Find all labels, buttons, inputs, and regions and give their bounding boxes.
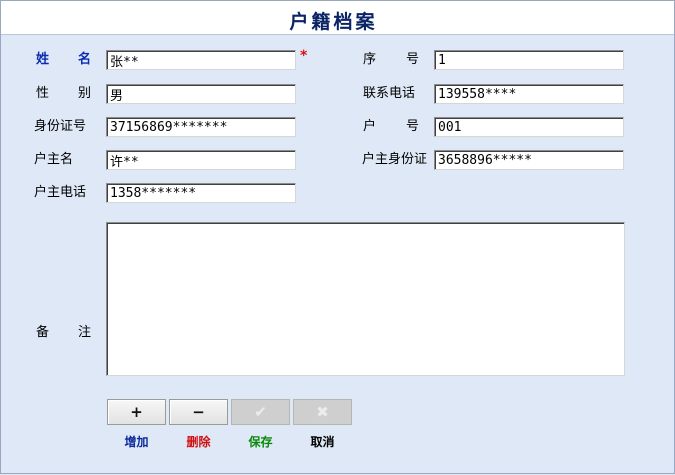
id-card-field[interactable]	[106, 117, 296, 137]
gender-field[interactable]	[106, 84, 296, 104]
householder-id-label: 户主身份证	[362, 152, 428, 167]
householder-id-field[interactable]	[434, 150, 624, 170]
save-caption[interactable]: 保存	[229, 433, 292, 450]
remarks-field[interactable]	[106, 222, 625, 376]
save-button[interactable]: ✔	[231, 399, 290, 425]
delete-button[interactable]: −	[169, 399, 228, 425]
title-bar: 户籍档案	[0, 0, 675, 35]
plus-icon: +	[130, 403, 143, 421]
householder-label: 户主名	[34, 152, 74, 167]
household-no-label: 户号	[363, 119, 419, 134]
id-card-label: 身份证号	[34, 119, 87, 134]
cancel-caption[interactable]: 取消	[291, 433, 354, 450]
householder-field[interactable]	[106, 150, 296, 170]
phone-label: 联系电话	[363, 86, 416, 101]
serial-no-field[interactable]	[434, 50, 624, 70]
add-button[interactable]: +	[107, 399, 166, 425]
add-caption[interactable]: 增加	[105, 433, 168, 450]
household-no-field[interactable]	[434, 117, 624, 137]
name-field[interactable]	[106, 50, 296, 70]
name-label: 姓名	[36, 52, 91, 67]
householder-tel-label: 户主电话	[34, 185, 87, 200]
cancel-button[interactable]: ✖	[293, 399, 352, 425]
phone-field[interactable]	[434, 84, 624, 104]
minus-icon: −	[192, 403, 205, 421]
householder-tel-field[interactable]	[106, 183, 296, 203]
required-mark: *	[300, 48, 308, 64]
gender-label: 性别	[36, 86, 91, 101]
close-icon: ✖	[316, 403, 329, 421]
serial-no-label: 序号	[363, 52, 419, 67]
window-title: 户籍档案	[289, 11, 378, 33]
check-icon: ✔	[254, 403, 267, 421]
delete-caption[interactable]: 删除	[167, 433, 230, 450]
remarks-label: 备注	[36, 325, 91, 340]
